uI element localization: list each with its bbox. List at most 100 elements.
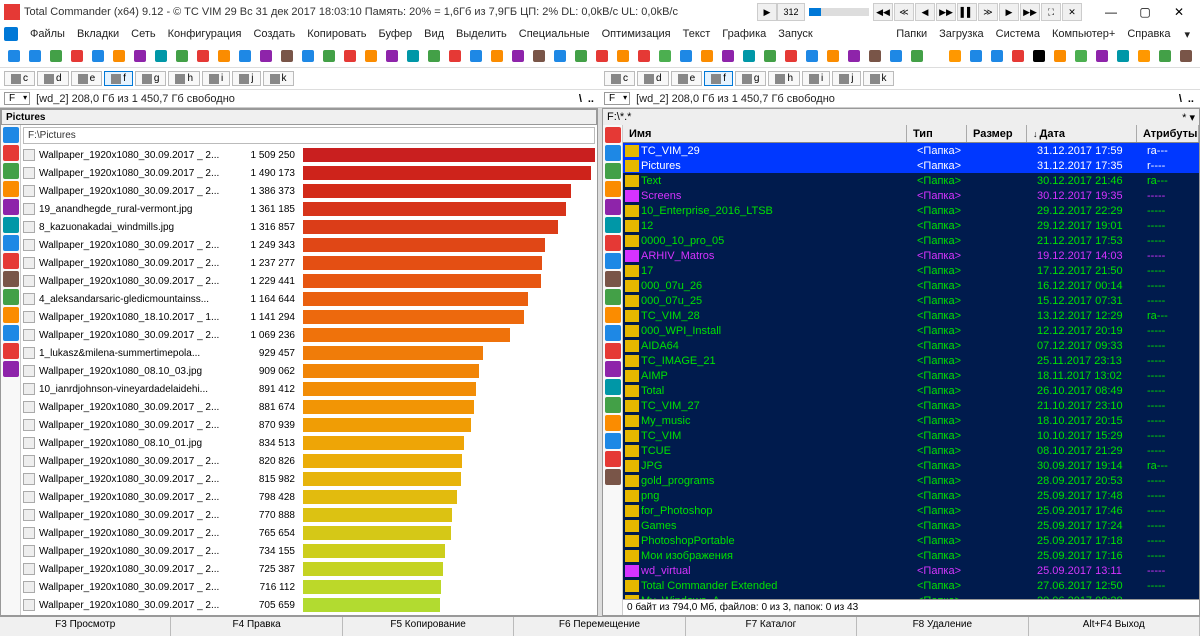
list-item[interactable]: My_music<Папка>18.10.2017 20:15----- xyxy=(623,413,1199,428)
fkey-button[interactable]: F6 Перемещение xyxy=(514,617,685,636)
drive-button-g[interactable]: g xyxy=(735,71,767,86)
size-row[interactable]: Wallpaper_1920x1080_30.09.2017 _ 2...716… xyxy=(21,578,597,596)
toolbar-icon[interactable] xyxy=(466,46,486,66)
drive-button-c[interactable]: c xyxy=(604,71,635,86)
path-root-left[interactable]: \ xyxy=(577,93,584,105)
column-headers[interactable]: Имя Тип Размер ↓Дата Атрибуты xyxy=(623,125,1199,143)
strip-icon[interactable] xyxy=(3,127,19,143)
menu-item[interactable]: Папки xyxy=(890,26,933,42)
toolbar-icon[interactable] xyxy=(760,46,780,66)
list-item[interactable]: TC_IMAGE_21<Папка>25.11.2017 23:13----- xyxy=(623,353,1199,368)
size-row[interactable]: 1_lukasz&milena-summertimepola...929 457 xyxy=(21,344,597,362)
toolbar-icon[interactable] xyxy=(319,46,339,66)
close-button[interactable]: ✕ xyxy=(1162,1,1196,23)
drive-button-e[interactable]: e xyxy=(671,71,703,86)
toolbar-icon[interactable] xyxy=(256,46,276,66)
strip-icon[interactable] xyxy=(605,307,621,323)
toolbar-icon[interactable] xyxy=(945,46,965,66)
toolbar-icon[interactable] xyxy=(802,46,822,66)
toolbar-icon[interactable] xyxy=(172,46,192,66)
media-button[interactable]: ▶ xyxy=(999,3,1019,21)
toolbar-icon[interactable] xyxy=(865,46,885,66)
progress-bar[interactable] xyxy=(809,8,869,16)
toolbar-icon[interactable] xyxy=(403,46,423,66)
path-up-left[interactable]: .. xyxy=(586,93,596,105)
toolbar-icon[interactable] xyxy=(445,46,465,66)
size-row[interactable]: Wallpaper_1920x1080_30.09.2017 _ 2...1 3… xyxy=(21,182,597,200)
list-item[interactable]: TC_VIM_27<Папка>21.10.2017 23:10----- xyxy=(623,398,1199,413)
toolbar-icon[interactable] xyxy=(592,46,612,66)
size-row[interactable]: Wallpaper_1920x1080_30.09.2017 _ 2...1 4… xyxy=(21,164,597,182)
size-row[interactable]: Wallpaper_1920x1080_30.09.2017 _ 2...1 0… xyxy=(21,326,597,344)
toolbar-icon[interactable] xyxy=(109,46,129,66)
list-item[interactable]: 12<Папка>29.12.2017 19:01----- xyxy=(623,218,1199,233)
drive-combo-left[interactable]: F xyxy=(4,92,30,105)
strip-icon[interactable] xyxy=(605,271,621,287)
minimize-button[interactable]: — xyxy=(1094,1,1128,23)
size-row[interactable]: Wallpaper_1920x1080_30.09.2017 _ 2...725… xyxy=(21,560,597,578)
toolbar-icon[interactable] xyxy=(1071,46,1091,66)
toolbar-icon[interactable] xyxy=(214,46,234,66)
strip-icon[interactable] xyxy=(605,361,621,377)
size-row[interactable]: Wallpaper_1920x1080_30.09.2017 _ 2...1 5… xyxy=(21,146,597,164)
strip-icon[interactable] xyxy=(605,451,621,467)
list-item[interactable]: 000_07u_25<Папка>15.12.2017 07:31----- xyxy=(623,293,1199,308)
size-chart-list[interactable]: Wallpaper_1920x1080_30.09.2017 _ 2...1 5… xyxy=(21,146,597,615)
list-item[interactable]: AIMP<Папка>18.11.2017 13:02----- xyxy=(623,368,1199,383)
drive-button-i[interactable]: i xyxy=(202,71,230,86)
drive-button-j[interactable]: j xyxy=(832,71,860,86)
menu-item[interactable]: Система xyxy=(990,26,1046,42)
media-button[interactable]: ◀ xyxy=(915,3,935,21)
toolbar-icon[interactable] xyxy=(655,46,675,66)
media-button[interactable]: ≫ xyxy=(978,3,998,21)
menu-item[interactable]: Справка xyxy=(1121,26,1176,42)
toolbar-icon[interactable] xyxy=(571,46,591,66)
toolbar-icon[interactable] xyxy=(46,46,66,66)
toolbar-icon[interactable] xyxy=(1134,46,1154,66)
size-row[interactable]: Wallpaper_1920x1080_30.09.2017 _ 2...1 2… xyxy=(21,254,597,272)
strip-icon[interactable] xyxy=(605,145,621,161)
strip-icon[interactable] xyxy=(3,253,19,269)
menu-item[interactable]: Сеть xyxy=(125,26,161,42)
fkey-button[interactable]: F4 Правка xyxy=(171,617,342,636)
col-type[interactable]: Тип xyxy=(907,125,967,142)
menu-item[interactable]: Вкладки xyxy=(71,26,125,42)
list-item[interactable]: TC_VIM_29<Папка>31.12.2017 17:59ra--- xyxy=(623,143,1199,158)
strip-icon[interactable] xyxy=(605,433,621,449)
toolbar-icon[interactable] xyxy=(424,46,444,66)
col-date[interactable]: ↓Дата xyxy=(1027,125,1137,142)
menu-icon[interactable] xyxy=(4,27,18,41)
toolbar-icon[interactable] xyxy=(1092,46,1112,66)
drive-button-c[interactable]: c xyxy=(4,71,35,86)
drive-combo-right[interactable]: F xyxy=(604,92,630,105)
col-attr[interactable]: Атрибуты xyxy=(1137,125,1199,142)
size-row[interactable]: 10_ianrdjohnson-vineyardadelaidehi...891… xyxy=(21,380,597,398)
list-item[interactable]: 000_07u_26<Папка>16.12.2017 00:14----- xyxy=(623,278,1199,293)
strip-icon[interactable] xyxy=(605,379,621,395)
menu-item[interactable]: Создать xyxy=(247,26,301,42)
toolbar-icon[interactable] xyxy=(697,46,717,66)
size-row[interactable]: Wallpaper_1920x1080_08.10_01.jpg834 513 xyxy=(21,434,597,452)
col-size[interactable]: Размер xyxy=(967,125,1027,142)
drive-button-h[interactable]: h xyxy=(768,71,800,86)
list-item[interactable]: 17<Папка>17.12.2017 21:50----- xyxy=(623,263,1199,278)
strip-icon[interactable] xyxy=(3,145,19,161)
toolbar-icon[interactable] xyxy=(550,46,570,66)
strip-icon[interactable] xyxy=(3,163,19,179)
drive-button-j[interactable]: j xyxy=(232,71,260,86)
drive-button-d[interactable]: d xyxy=(637,71,669,86)
list-item[interactable]: Мои изображения<Папка>25.09.2017 17:16--… xyxy=(623,548,1199,563)
size-row[interactable]: Wallpaper_1920x1080_30.09.2017 _ 2...1 2… xyxy=(21,236,597,254)
size-row[interactable]: Wallpaper_1920x1080_30.09.2017 _ 2...881… xyxy=(21,398,597,416)
toolbar-icon[interactable] xyxy=(130,46,150,66)
list-item[interactable]: ARHIV_Matros<Папка>19.12.2017 14:03----- xyxy=(623,248,1199,263)
toolbar-icon[interactable] xyxy=(1029,46,1049,66)
path-root-right[interactable]: \ xyxy=(1177,93,1184,105)
strip-icon[interactable] xyxy=(3,289,19,305)
size-row[interactable]: Wallpaper_1920x1080_30.09.2017 _ 2...798… xyxy=(21,488,597,506)
size-row[interactable]: Wallpaper_1920x1080_30.09.2017 _ 2...815… xyxy=(21,470,597,488)
menu-item[interactable]: Текст xyxy=(677,26,717,42)
fkey-button[interactable]: F3 Просмотр xyxy=(0,617,171,636)
toolbar-icon[interactable] xyxy=(193,46,213,66)
media-button[interactable]: ✕ xyxy=(1062,3,1082,21)
